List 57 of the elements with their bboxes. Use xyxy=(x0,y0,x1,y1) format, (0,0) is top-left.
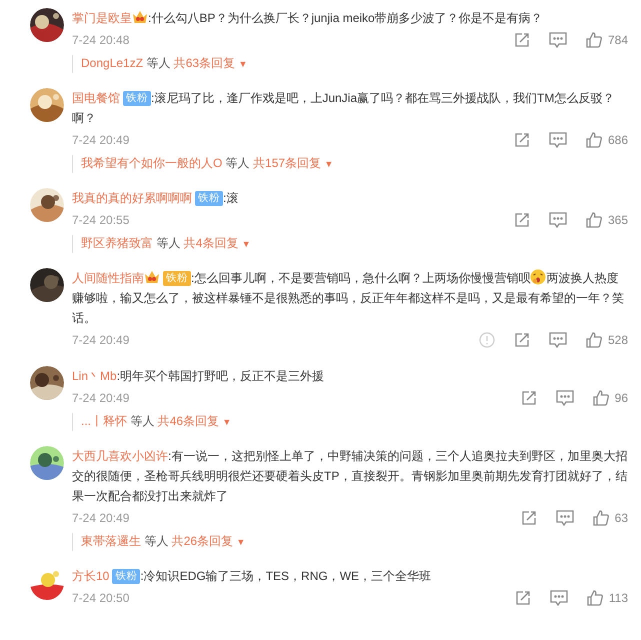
author-name[interactable]: 我真的真的好累啊啊啊 xyxy=(72,191,192,205)
like-count: 113 xyxy=(608,590,628,604)
comment-time: 7-24 20:49 xyxy=(72,390,130,404)
comment-time: 7-24 20:48 xyxy=(72,32,130,46)
comment-time: 7-24 20:55 xyxy=(72,212,130,226)
comment-text: 大西几喜欢小凶许:有一说一，这把别怪上单了，中野辅决策的问题，三个人追奥拉夫到野区，加里奥大招交的很随便，圣枪哥兵线明明很烂还要硬着头皮TP，直接裂开。青钢影加里奥前期先发育打团就好了，结果一次配合都没打出来就炸了 xyxy=(72,448,628,505)
author-name[interactable]: 国电餐馆 xyxy=(72,91,120,105)
comment-text: 国电餐馆 铁粉 :滚尼玛了比，逢厂作戏是吧，上JunJia赢了吗？都在骂三外援战队，我们TM怎么反驳？啊？ xyxy=(72,90,616,127)
reply-names[interactable]: 我希望有个如你一般的人O xyxy=(81,156,222,170)
like-count: 365 xyxy=(608,212,628,226)
fan-badge: 铁粉 xyxy=(195,191,223,206)
reply-suffix: 等人 xyxy=(156,236,180,250)
reply-suffix: 等人 xyxy=(144,534,168,548)
comment-text: 人间随性指南 铁粉 :怎么回事儿啊，不是要营销吗，急什么啊？上两场你慢慢营销呗 两波换人热度赚够啦，输又怎么了，被这样暴锤不是很熟悉的事吗，反正年年都这样不是吗，又是最有希望的一年？笑话。 xyxy=(72,268,625,327)
fan-badge: 铁粉 xyxy=(163,271,191,286)
like-count: 784 xyxy=(608,32,628,46)
reply-count[interactable]: 共4条回复 xyxy=(184,236,238,250)
like-count: 686 xyxy=(608,132,628,146)
reply-count[interactable]: 共26条回复 xyxy=(172,534,234,548)
comment-time: 7-24 20:49 xyxy=(72,510,130,524)
author-name[interactable]: 大西几喜欢小凶许 xyxy=(72,449,168,463)
reply-names[interactable]: DongLe1zZ xyxy=(81,56,144,70)
reply-count[interactable]: 共157条回复 xyxy=(253,156,322,170)
author-name[interactable]: 方长10 xyxy=(72,569,110,583)
reply-suffix: 等人 xyxy=(130,414,154,428)
reply-suffix: 等人 xyxy=(226,156,250,170)
like-count: 96 xyxy=(614,390,628,404)
reply-summary[interactable]: DongLe1zZ 等人 共63条回复 ▼ xyxy=(72,55,248,73)
fan-badge: 铁粉 xyxy=(112,569,140,584)
comment-text: 我真的真的好累啊啊啊 铁粉 :滚 xyxy=(72,190,240,208)
like-count: 528 xyxy=(608,332,628,346)
reply-names[interactable]: 野区养猪致富 xyxy=(81,236,153,250)
reply-count[interactable]: 共46条回复 xyxy=(158,414,220,428)
caret-icon[interactable]: ▼ xyxy=(238,59,248,69)
reply-names[interactable]: 東帯落邏生 xyxy=(81,534,141,548)
comment-time: 7-24 20:49 xyxy=(72,332,130,346)
author-name[interactable]: 人间随性指南 xyxy=(72,271,144,285)
fan-badge: 铁粉 xyxy=(123,91,151,106)
reply-suffix: 等人 xyxy=(146,56,170,70)
comment-time: 7-24 20:49 xyxy=(72,132,130,146)
reply-summary[interactable]: 東帯落邏生 等人 共26条回复 ▼ xyxy=(72,533,246,551)
comment-text: Lin丶Mb:明年买个韩国打野吧，反正不是三外援 xyxy=(72,368,326,385)
caret-icon[interactable]: ▼ xyxy=(236,537,246,547)
comment-text: 掌门是欧皇 :什么勾八BP？为什么换厂长？junjia meiko带崩多少波了？你是不是有病？ xyxy=(72,8,544,27)
author-name[interactable]: Lin丶Mb xyxy=(72,369,117,383)
reply-names[interactable]: ...丨释怀 xyxy=(81,414,128,428)
reply-summary[interactable]: ...丨释怀 等人 共46条回复 ▼ xyxy=(72,413,232,431)
caret-icon[interactable]: ▼ xyxy=(242,239,251,249)
caret-icon[interactable]: ▼ xyxy=(222,417,232,427)
author-name[interactable]: 掌门是欧皇 xyxy=(72,11,132,25)
reply-summary[interactable]: 野区养猪致富 等人 共4条回复 ▼ xyxy=(72,235,251,253)
reply-summary[interactable]: 我希望有个如你一般的人O 等人 共157条回复 ▼ xyxy=(72,155,334,173)
comment-time: 7-24 20:50 xyxy=(72,590,130,604)
reply-count[interactable]: 共63条回复 xyxy=(174,56,236,70)
comment-text: 方长10 铁粉 :冷知识EDG输了三场，TES，RNG，WE，三个全华班 xyxy=(72,568,432,586)
caret-icon[interactable]: ▼ xyxy=(324,159,334,169)
like-count: 63 xyxy=(614,510,628,524)
